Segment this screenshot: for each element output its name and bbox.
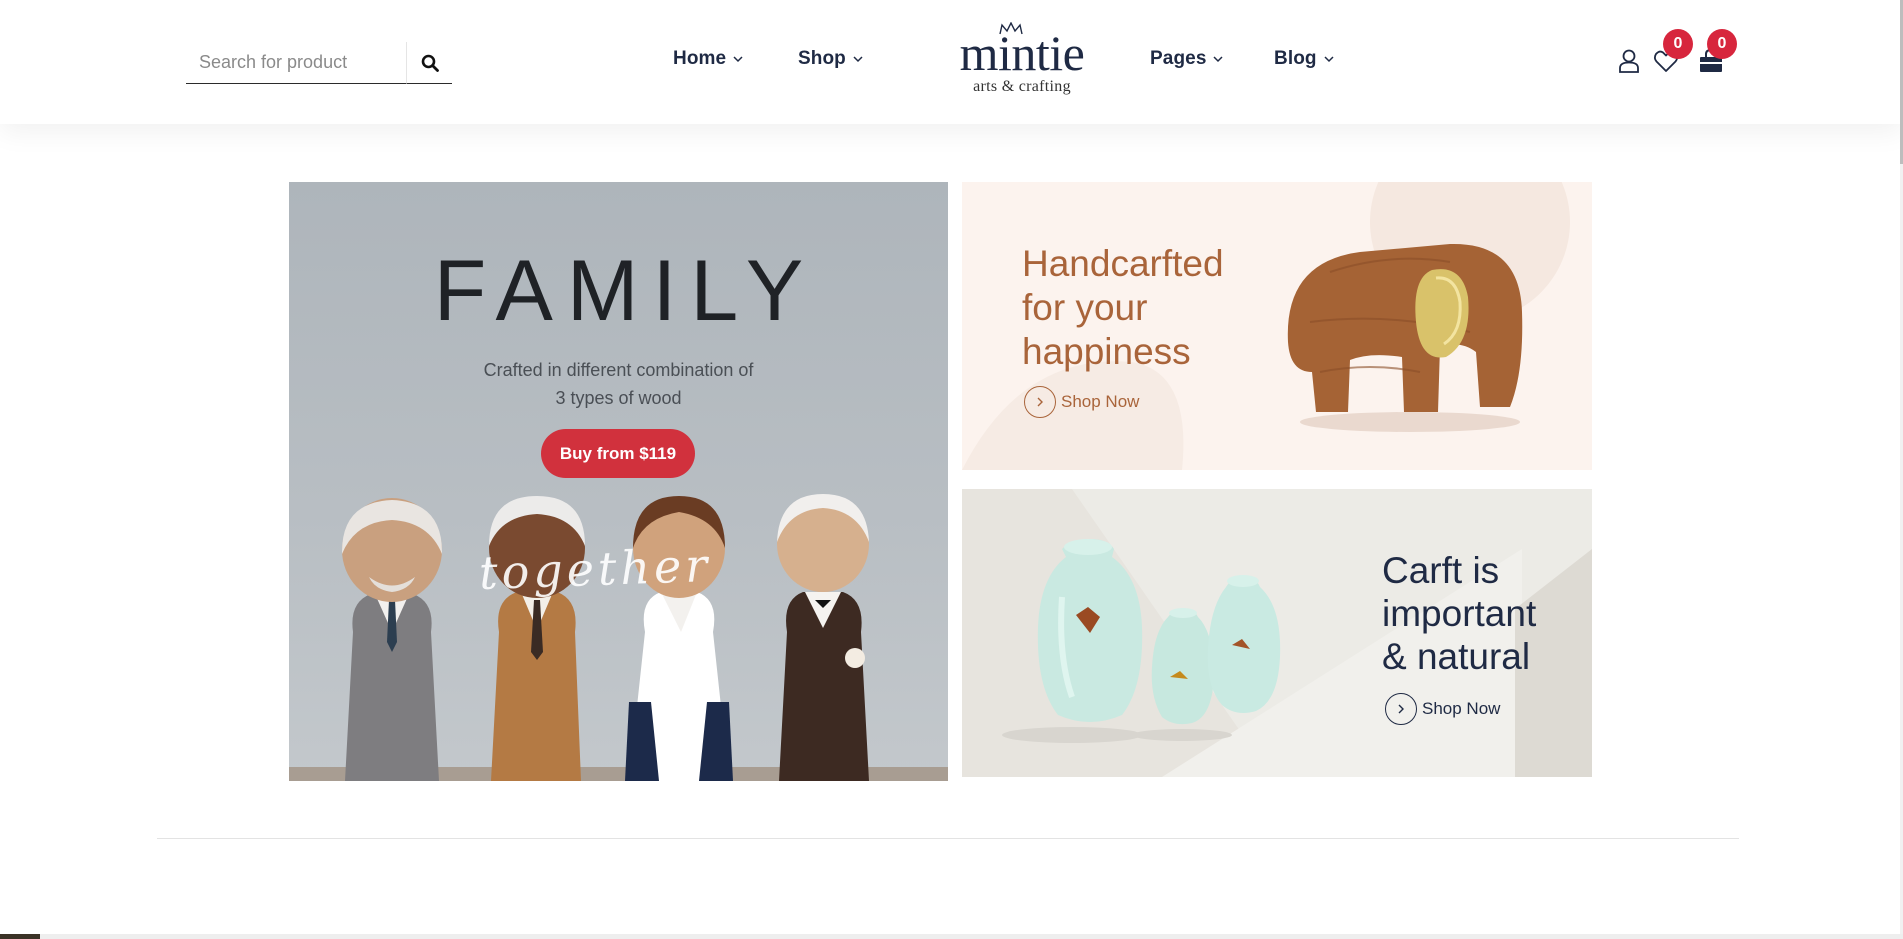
craft-title-line-3: & natural: [1382, 636, 1531, 677]
section-divider: [157, 838, 1739, 839]
family-subtitle: Crafted in different combination of 3 ty…: [289, 356, 948, 412]
search-button[interactable]: [406, 42, 452, 84]
family-subtitle-line-2: 3 types of wood: [555, 388, 682, 408]
search-icon: [421, 54, 439, 72]
family-subtitle-line-1: Crafted in different combination of: [483, 360, 754, 380]
logo-name: mintie: [959, 25, 1085, 81]
family-banner[interactable]: FAMILY Crafted in different combination …: [289, 182, 948, 781]
handcrafted-title-line-3: happiness: [1022, 331, 1191, 372]
nav-home-label: Home: [673, 48, 727, 69]
handcrafted-title: Handcarfted for your happiness: [1022, 242, 1262, 374]
search-input[interactable]: [186, 42, 406, 84]
handcrafted-shop-now-link[interactable]: Shop Now: [1024, 386, 1139, 418]
buy-button[interactable]: Buy from $119: [541, 429, 695, 478]
wooden-elephant-image: [1287, 243, 1523, 432]
craft-shop-now-link[interactable]: Shop Now: [1385, 693, 1500, 725]
next-section-edge: [0, 934, 1903, 939]
family-title: FAMILY: [433, 243, 818, 339]
craft-title-line-2: important: [1382, 593, 1537, 634]
chevron-down-icon: [1324, 56, 1334, 63]
handcrafted-shop-now-label: Shop Now: [1061, 392, 1140, 411]
wooden-dolls-image: [289, 494, 948, 781]
chevron-down-icon: [733, 56, 743, 63]
doll-grandpa: [341, 498, 443, 781]
craft-banner[interactable]: Carft is important & natural Shop Now: [962, 489, 1592, 777]
user-icon[interactable]: [1615, 47, 1643, 75]
nav-home[interactable]: Home: [673, 48, 744, 70]
doll-grandma: [777, 494, 869, 781]
chevron-down-icon: [1213, 56, 1224, 63]
site-logo[interactable]: mintie arts & crafting: [952, 22, 1092, 98]
ceramic-jars-image: [1002, 539, 1281, 743]
cart-count-badge: 0: [1707, 29, 1737, 59]
site-header: Home Shop mintie arts & crafting Pages B…: [0, 0, 1903, 124]
nav-blog[interactable]: Blog: [1274, 48, 1335, 70]
search-form: [186, 42, 452, 84]
chevron-down-icon: [853, 56, 863, 63]
nav-shop-label: Shop: [798, 48, 846, 69]
craft-shop-now-label: Shop Now: [1422, 699, 1501, 718]
nav-pages-label: Pages: [1150, 48, 1207, 69]
handcrafted-title-line-1: Handcarfted: [1022, 243, 1224, 284]
craft-title: Carft is important & natural: [1382, 549, 1582, 678]
handcrafted-banner[interactable]: Handcarfted for your happiness Shop Now: [962, 182, 1592, 470]
craft-title-line-1: Carft is: [1382, 550, 1500, 591]
next-section-image-edge: [0, 934, 40, 939]
nav-blog-label: Blog: [1274, 48, 1317, 69]
doll-father: [489, 496, 585, 781]
together-script: together: [478, 537, 713, 601]
wishlist-count-badge: 0: [1663, 29, 1693, 59]
handcrafted-title-line-2: for your: [1022, 287, 1148, 328]
nav-shop[interactable]: Shop: [798, 48, 864, 70]
logo-tagline: arts & crafting: [973, 78, 1071, 95]
chevron-right-icon: [1385, 693, 1417, 725]
nav-pages[interactable]: Pages: [1150, 48, 1224, 70]
chevron-right-icon: [1024, 386, 1056, 418]
